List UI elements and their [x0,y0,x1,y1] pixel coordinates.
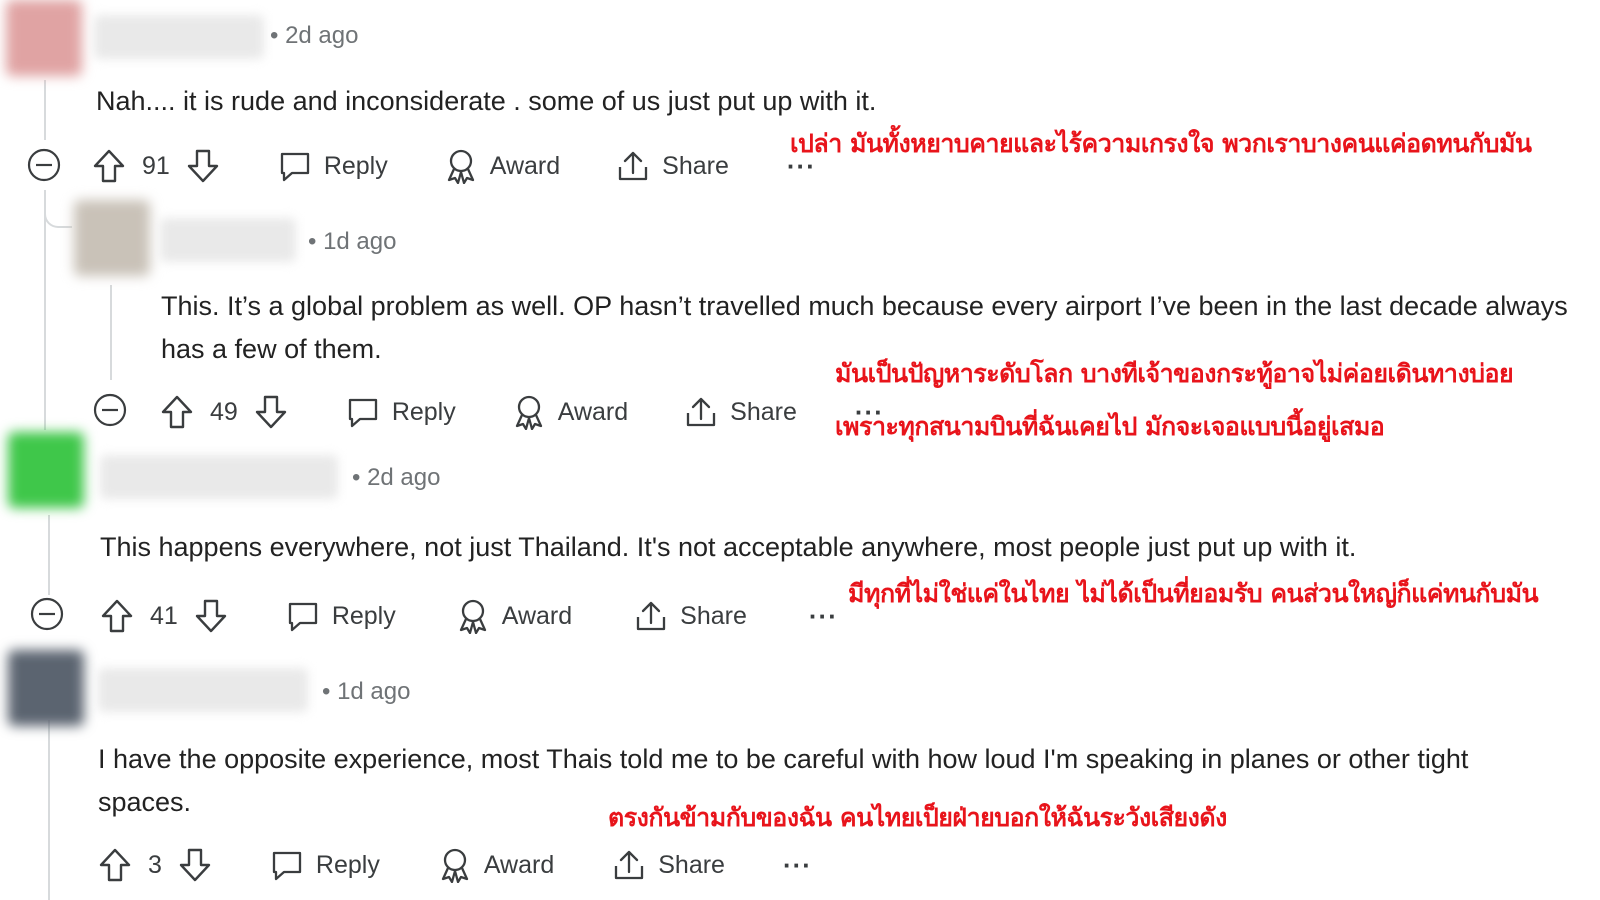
award-icon [459,599,486,634]
comment-text: This happens everywhere, not just Thaila… [100,532,1357,562]
translation-caption: เพราะทุกสนามบินที่ฉันเคยไป มักจะเจอแบบนี… [835,412,1385,441]
award-button[interactable]: Award [444,148,560,184]
award-button[interactable]: Award [512,394,628,430]
reply-label: Reply [331,601,396,630]
avatar[interactable] [8,432,84,508]
avatar[interactable] [8,650,84,726]
share-icon [687,397,716,427]
username-blurred[interactable] [94,15,264,59]
collapse-thread-icon[interactable] [93,393,127,427]
reply-icon [272,851,302,881]
more-options-button[interactable]: ··· [809,601,838,632]
reply-label: Reply [391,397,456,426]
award-label: Award [489,151,561,180]
share-button[interactable]: Share [616,149,729,183]
reply-connector [44,190,72,228]
share-icon [615,850,644,880]
thread-line [48,720,50,900]
username-blurred[interactable] [160,218,296,262]
upvote-icon[interactable] [160,394,194,430]
downvote-icon[interactable] [186,148,220,184]
avatar[interactable] [74,200,150,276]
vote-count: 91 [142,151,170,180]
downvote-icon[interactable] [178,847,212,883]
share-label: Share [680,601,747,630]
award-icon [447,149,474,184]
upvote-icon[interactable] [98,847,132,883]
share-icon [637,601,666,631]
collapse-thread-icon[interactable] [30,597,64,631]
thread-line [44,190,46,430]
reply-icon [280,152,309,182]
vote-count: 41 [150,601,178,630]
reply-label: Reply [315,850,380,879]
comment-timestamp: • 1d ago [322,678,411,705]
vote-group: 41 [100,598,228,634]
thread-line [110,285,112,380]
downvote-icon[interactable] [194,598,228,634]
award-label: Award [483,850,555,879]
translation-caption: มีทุกที่ไม่ใช่แค่ในไทย ไม่ได้เป็นที่ยอมร… [848,579,1539,608]
award-label: Award [501,601,573,630]
reply-button[interactable]: Reply [346,395,456,429]
comment-timestamp: • 2d ago [270,22,359,49]
share-button[interactable]: Share [612,848,725,882]
award-icon [441,848,468,883]
reply-icon [288,602,317,632]
translation-caption: เปล่า มันทั้งหยาบคายและไร้ความเกรงใจ พวก… [790,129,1532,158]
reply-button[interactable]: Reply [278,149,388,183]
vote-group: 49 [160,394,288,430]
reply-button[interactable]: Reply [270,848,380,882]
username-blurred[interactable] [98,668,308,712]
thread-line [44,80,46,140]
vote-count: 3 [148,850,162,879]
vote-group: 91 [92,148,220,184]
translation-caption: ตรงกันข้ามกับของฉัน คนไทยเป็ยฝ่ายบอกให้ฉ… [608,803,1227,832]
downvote-icon[interactable] [254,394,288,430]
more-options-button[interactable]: ··· [787,151,816,182]
reply-label: Reply [323,151,388,180]
more-options-button[interactable]: ··· [783,850,812,881]
comment-timestamp: • 1d ago [308,228,397,255]
upvote-icon[interactable] [100,598,134,634]
reply-button[interactable]: Reply [286,599,396,633]
share-button[interactable]: Share [634,599,747,633]
thread-line [48,515,50,595]
vote-group: 3 [98,847,212,883]
award-button[interactable]: Award [438,847,554,883]
share-label: Share [662,151,729,180]
vote-count: 49 [210,397,238,426]
more-options-button[interactable]: ··· [855,397,884,428]
award-button[interactable]: Award [456,598,572,634]
share-label: Share [658,850,725,879]
share-button[interactable]: Share [684,395,797,429]
avatar[interactable] [6,0,82,76]
collapse-thread-icon[interactable] [27,148,61,182]
comment-timestamp: • 2d ago [352,464,441,491]
share-icon [619,151,648,181]
reply-icon [348,398,377,428]
share-label: Share [730,397,797,426]
award-icon [515,395,542,430]
upvote-icon[interactable] [92,148,126,184]
username-blurred[interactable] [100,455,338,499]
translation-caption: มันเป็นปัญหาระดับโลก บางทีเจ้าของกระทู้อ… [835,359,1514,388]
comment-text: Nah.... it is rude and inconsiderate . s… [96,86,877,116]
award-label: Award [557,397,629,426]
